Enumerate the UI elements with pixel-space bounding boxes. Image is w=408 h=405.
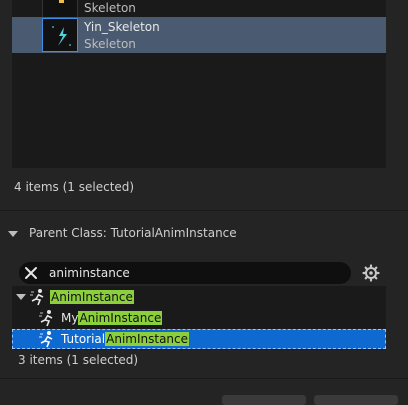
class-tree-item-label: AnimInstance (50, 289, 134, 305)
divider (0, 378, 408, 379)
class-tree-item-label: TutorialAnimInstance (61, 332, 190, 346)
parent-class-header[interactable]: Parent Class: TutorialAnimInstance (0, 216, 408, 252)
parent-class-title: Parent Class: TutorialAnimInstance (29, 226, 237, 240)
skeleton-item-name: Yin_Skeleton (84, 20, 160, 34)
class-tree: AnimInstance MyAnimInstance TutorialAnim… (12, 286, 386, 350)
anim-blueprint-icon (38, 330, 56, 348)
expand-arrow-icon[interactable] (16, 294, 26, 300)
settings-gear-icon[interactable] (362, 264, 380, 282)
divider (0, 210, 408, 211)
class-tree-item-label: MyAnimInstance (61, 311, 163, 325)
class-tree-item[interactable]: MyAnimInstance (12, 308, 386, 328)
class-tree-item[interactable]: AnimInstance (12, 287, 386, 307)
class-search-input[interactable] (49, 264, 339, 282)
skeleton-list-item-selected[interactable]: Yin_Skeleton Skeleton (12, 17, 386, 53)
expand-arrow-icon[interactable] (8, 231, 18, 237)
class-count-label: 3 items (1 selected) (18, 353, 139, 367)
anim-blueprint-icon (29, 288, 47, 306)
class-search-field[interactable] (19, 262, 351, 284)
skeleton-thumbnail-icon (42, 18, 78, 52)
skeleton-item-type: Skeleton (84, 37, 136, 51)
skeleton-list: Skeleton Yin_Skeleton Skeleton (12, 0, 386, 168)
clear-search-icon[interactable] (23, 265, 39, 281)
search-match-highlight: AnimInstance (78, 311, 163, 325)
skeleton-count-label: 4 items (1 selected) (14, 180, 135, 194)
search-match-highlight: AnimInstance (50, 290, 134, 304)
search-match-highlight: AnimInstance (105, 332, 190, 346)
skeleton-item-type: Skeleton (84, 1, 136, 15)
class-tree-item-selected[interactable]: TutorialAnimInstance (12, 329, 386, 349)
create-button[interactable] (222, 395, 306, 405)
anim-blueprint-icon (38, 309, 56, 327)
cancel-button[interactable] (314, 395, 398, 405)
